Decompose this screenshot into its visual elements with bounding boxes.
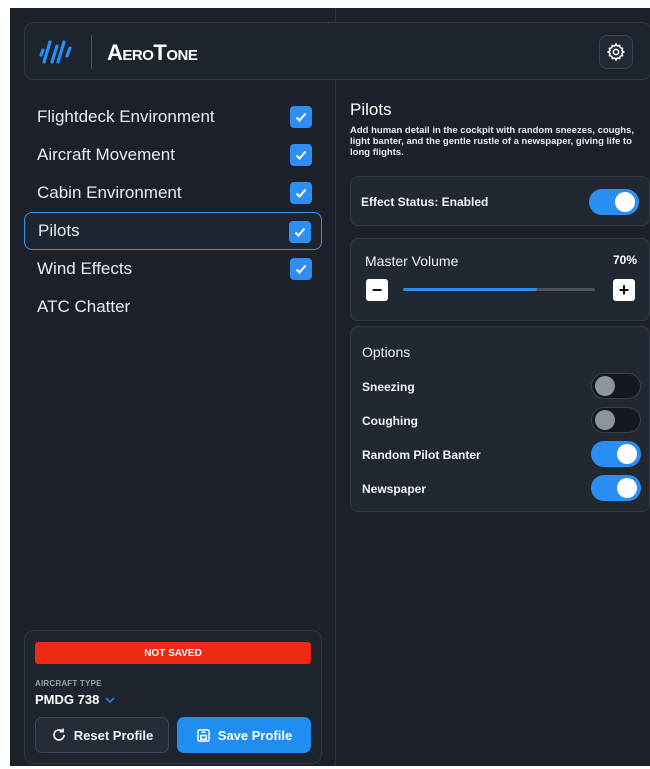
toggle-knob [617, 478, 637, 498]
random-pilot-banter-toggle[interactable] [591, 441, 641, 467]
option-row-random-pilot-banter: Random Pilot Banter [351, 439, 650, 469]
option-row-coughing: Coughing [351, 405, 650, 435]
brand-logo-icon [39, 40, 72, 64]
settings-button[interactable] [599, 35, 633, 69]
checkmark-icon [295, 112, 307, 122]
sidebar-item-label: Cabin Environment [37, 183, 182, 202]
sidebar-checkbox[interactable] [290, 182, 312, 204]
checkmark-icon [295, 264, 307, 274]
effect-status-card: Effect Status: Enabled [350, 176, 650, 226]
volume-increase-button[interactable]: + [613, 279, 635, 301]
sidebar-item-atc-chatter[interactable]: ATC Chatter [24, 288, 322, 326]
coughing-toggle[interactable] [591, 407, 641, 433]
save-profile-button[interactable]: Save Profile [177, 717, 311, 753]
sidebar-checkbox[interactable] [290, 144, 312, 166]
option-label: Newspaper [362, 482, 427, 496]
chevron-down-icon [105, 696, 115, 703]
reset-icon [53, 728, 65, 741]
column-divider [335, 8, 336, 766]
sidebar-item-label: Wind Effects [37, 259, 133, 278]
sidebar-item-label: ATC Chatter [37, 297, 131, 316]
reset-profile-button[interactable]: Reset Profile [35, 717, 169, 753]
sidebar-item-pilots[interactable]: Pilots [24, 212, 322, 250]
not-saved-banner: NOT SAVED [35, 642, 311, 664]
sidebar-item-label: Pilots [38, 221, 80, 240]
master-volume-card: Master Volume 70% − + [350, 238, 650, 321]
effect-category-list: Flightdeck Environment Aircraft Movement… [24, 98, 322, 326]
master-volume-label: Master Volume [365, 253, 459, 269]
detail-title: Pilots [350, 100, 392, 119]
newspaper-toggle[interactable] [591, 475, 641, 501]
detail-description: Add human detail in the cockpit with ran… [350, 125, 634, 158]
sidebar-checkbox[interactable] [290, 106, 312, 128]
master-volume-value: 70% [612, 253, 637, 267]
save-icon [196, 728, 210, 742]
effect-status-label: Effect Status: Enabled [361, 195, 489, 209]
option-label: Sneezing [362, 380, 415, 394]
aircraft-type-select[interactable]: PMDG 738 [35, 692, 115, 707]
toggle-knob [595, 376, 615, 396]
gear-icon [606, 42, 626, 62]
checkmark-icon [294, 227, 306, 237]
checkmark-icon [295, 188, 307, 198]
option-label: Random Pilot Banter [362, 448, 481, 462]
toggle-knob [617, 444, 637, 464]
sneezing-toggle[interactable] [591, 373, 641, 399]
slider-fill [403, 288, 538, 291]
save-profile-label: Save Profile [217, 727, 293, 743]
brand-name: AeroTone [107, 40, 198, 65]
checkmark-icon [295, 150, 307, 160]
aircraft-type-label: AIRCRAFT TYPE [35, 679, 102, 688]
logo-separator [91, 35, 92, 69]
sidebar-item-flightdeck-environment[interactable]: Flightdeck Environment [24, 98, 322, 136]
aircraft-type-value: PMDG 738 [35, 692, 100, 707]
option-row-newspaper: Newspaper [351, 473, 650, 503]
sidebar-checkbox[interactable] [289, 221, 311, 243]
volume-decrease-button[interactable]: − [366, 279, 388, 301]
app-window: AeroTone Flightdeck Environment Aircraft… [10, 8, 650, 766]
reset-profile-label: Reset Profile [73, 727, 154, 743]
options-card: Options Sneezing Coughing Random Pilot B… [350, 326, 650, 512]
master-volume-slider[interactable] [403, 288, 595, 291]
toggle-knob [595, 410, 615, 430]
option-label: Coughing [362, 414, 418, 428]
app-header: AeroTone [24, 22, 650, 80]
options-title: Options [362, 344, 411, 360]
effect-status-toggle[interactable] [589, 189, 639, 215]
sidebar-item-label: Aircraft Movement [37, 145, 175, 164]
profile-panel: NOT SAVED AIRCRAFT TYPE PMDG 738 Reset P… [24, 630, 322, 764]
sidebar-checkbox[interactable] [290, 258, 312, 280]
sidebar-item-wind-effects[interactable]: Wind Effects [24, 250, 322, 288]
sidebar-item-label: Flightdeck Environment [37, 107, 215, 126]
toggle-knob [615, 192, 635, 212]
option-row-sneezing: Sneezing [351, 371, 650, 401]
sidebar-item-aircraft-movement[interactable]: Aircraft Movement [24, 136, 322, 174]
sidebar-item-cabin-environment[interactable]: Cabin Environment [24, 174, 322, 212]
